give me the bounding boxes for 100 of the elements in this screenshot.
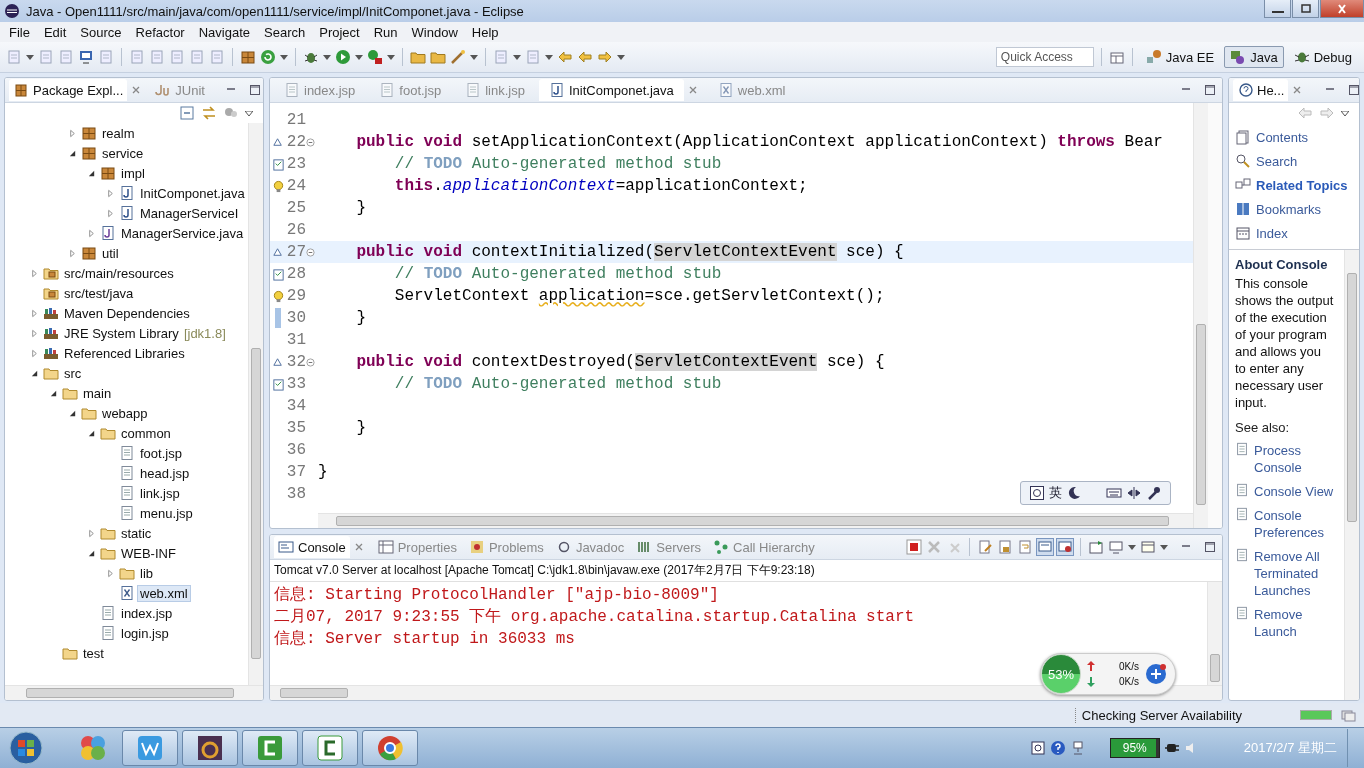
scrollbar[interactable] (5, 685, 263, 700)
dropdown-caret-icon[interactable] (387, 54, 395, 60)
editor-tab[interactable]: InitComponet.java (539, 79, 684, 101)
quick-access-field[interactable]: Quick Access (995, 47, 1094, 67)
open-perspective-icon[interactable] (1108, 49, 1125, 65)
tree-item[interactable]: link.jsp (138, 485, 182, 501)
menu-item[interactable]: Help (464, 24, 506, 40)
help-link[interactable]: Search (1256, 153, 1298, 169)
tree-item[interactable]: menu.jsp (138, 505, 195, 521)
tree-item[interactable]: lib (138, 565, 155, 581)
help-link[interactable]: Remove Launch (1254, 606, 1334, 640)
package-icon[interactable] (240, 49, 256, 65)
dropdown-caret-icon[interactable] (513, 54, 521, 60)
tree-item[interactable]: static (119, 525, 154, 541)
close-icon[interactable] (1292, 85, 1303, 95)
tree-item[interactable]: realm (100, 125, 137, 141)
clear-console-icon[interactable] (977, 539, 993, 555)
view-tab[interactable]: Package Expl... (9, 79, 128, 101)
battery-indicator[interactable]: 95% (1109, 738, 1160, 758)
tray-app-icon[interactable] (1029, 740, 1046, 756)
ime-mode-button[interactable]: 英 (1049, 484, 1062, 502)
monitor-icon[interactable] (78, 49, 94, 65)
dropdown-caret-icon[interactable] (1128, 544, 1136, 550)
minimize-button[interactable] (1264, 0, 1291, 18)
tree-item[interactable]: test (81, 645, 106, 661)
help-link[interactable]: Bookmarks (1256, 201, 1322, 217)
tree-item[interactable]: src/test/java (62, 285, 136, 301)
open-console-icon[interactable] (1140, 539, 1156, 555)
view-menu-icon[interactable] (1341, 110, 1349, 116)
display-console-icon[interactable] (1057, 539, 1073, 555)
new-console-icon[interactable] (1088, 539, 1104, 555)
plus-icon[interactable] (1145, 663, 1167, 685)
perspective-button[interactable]: Java EE (1139, 46, 1221, 68)
menu-item[interactable]: Window (404, 24, 465, 40)
help-link[interactable]: Related Topics (1256, 177, 1348, 193)
start-button[interactable] (8, 730, 44, 766)
arrow-right-icon[interactable] (597, 49, 613, 65)
help-icon[interactable] (1049, 740, 1066, 756)
perspective-button[interactable]: Java (1224, 46, 1284, 68)
arrow-left-icon[interactable] (577, 49, 593, 65)
maximize-icon[interactable] (1204, 84, 1216, 96)
moon-icon[interactable] (1066, 485, 1082, 501)
close-icon[interactable] (131, 85, 142, 95)
maximize-icon[interactable] (248, 84, 261, 96)
scrollbar[interactable] (248, 123, 263, 685)
scroll-lock-icon[interactable] (997, 539, 1013, 555)
wrench-icon[interactable] (1146, 485, 1162, 501)
help-link[interactable]: Console View (1254, 483, 1334, 500)
maximize-icon[interactable] (1348, 84, 1359, 96)
dropdown-caret-icon[interactable] (617, 54, 625, 60)
tree-item[interactable]: webapp (100, 405, 150, 421)
taskbar-app-button[interactable] (302, 730, 358, 766)
arrow-left-icon[interactable] (557, 49, 573, 65)
tree-item[interactable]: src (62, 365, 84, 381)
tree-item[interactable]: util (100, 245, 121, 261)
dropdown-caret-icon[interactable] (470, 54, 478, 60)
tree-item[interactable]: JRE System Library (62, 325, 181, 341)
back-arrow-icon[interactable] (1297, 105, 1313, 121)
tree-item[interactable]: ManagerService.java (119, 225, 246, 241)
help-link[interactable]: Console Preferences (1254, 507, 1334, 541)
folder-icon[interactable] (410, 49, 426, 65)
tree-item[interactable]: service (100, 145, 146, 161)
help-tab[interactable]: He... (1233, 79, 1289, 101)
ime-logo-icon[interactable] (1029, 485, 1045, 501)
tree-item[interactable]: Maven Dependencies (62, 305, 192, 321)
stop-icon[interactable] (906, 539, 922, 555)
close-icon[interactable] (687, 85, 698, 95)
help-link[interactable]: Process Console (1254, 442, 1334, 476)
menu-item[interactable]: Refactor (128, 24, 192, 40)
tree-item[interactable]: impl (119, 165, 147, 181)
collapse-all-icon[interactable] (179, 105, 195, 121)
dropdown-caret-icon[interactable] (1160, 544, 1168, 550)
dropdown-caret-icon[interactable] (545, 54, 553, 60)
tree-item[interactable]: Referenced Libraries (62, 345, 187, 361)
scrollbar[interactable] (1193, 103, 1208, 528)
dropdown-caret-icon[interactable] (323, 54, 331, 60)
menu-item[interactable]: Navigate (191, 24, 257, 40)
tree-item[interactable]: foot.jsp (138, 445, 184, 461)
server-run-icon[interactable] (367, 49, 383, 65)
tree-item[interactable]: head.jsp (138, 465, 192, 481)
scrollbar[interactable] (270, 685, 1222, 700)
help-link[interactable]: Contents (1256, 129, 1309, 145)
wand-icon[interactable] (450, 49, 466, 65)
dropdown-caret-icon[interactable] (280, 54, 288, 60)
tree-item[interactable]: src/main/resources (62, 265, 176, 281)
menu-item[interactable]: Project (312, 24, 367, 40)
menu-item[interactable]: Source (73, 24, 129, 40)
dropdown-caret-icon[interactable] (355, 54, 363, 60)
help-link[interactable]: Remove All Terminated Launches (1254, 548, 1334, 599)
help-link[interactable]: Index (1256, 225, 1288, 241)
tree-item[interactable]: WEB-INF (119, 545, 178, 561)
run-icon[interactable] (335, 49, 351, 65)
view-tab[interactable]: Console (274, 536, 350, 558)
fold-toggle-icon[interactable] (306, 357, 315, 367)
tree-item[interactable]: login.jsp (119, 625, 171, 641)
view-menu-icon[interactable] (245, 110, 253, 116)
fold-toggle-icon[interactable] (306, 137, 315, 147)
dropdown-caret-icon[interactable] (26, 54, 34, 60)
tree-item[interactable]: web.xml (138, 585, 190, 601)
forward-arrow-icon[interactable] (1319, 105, 1335, 121)
